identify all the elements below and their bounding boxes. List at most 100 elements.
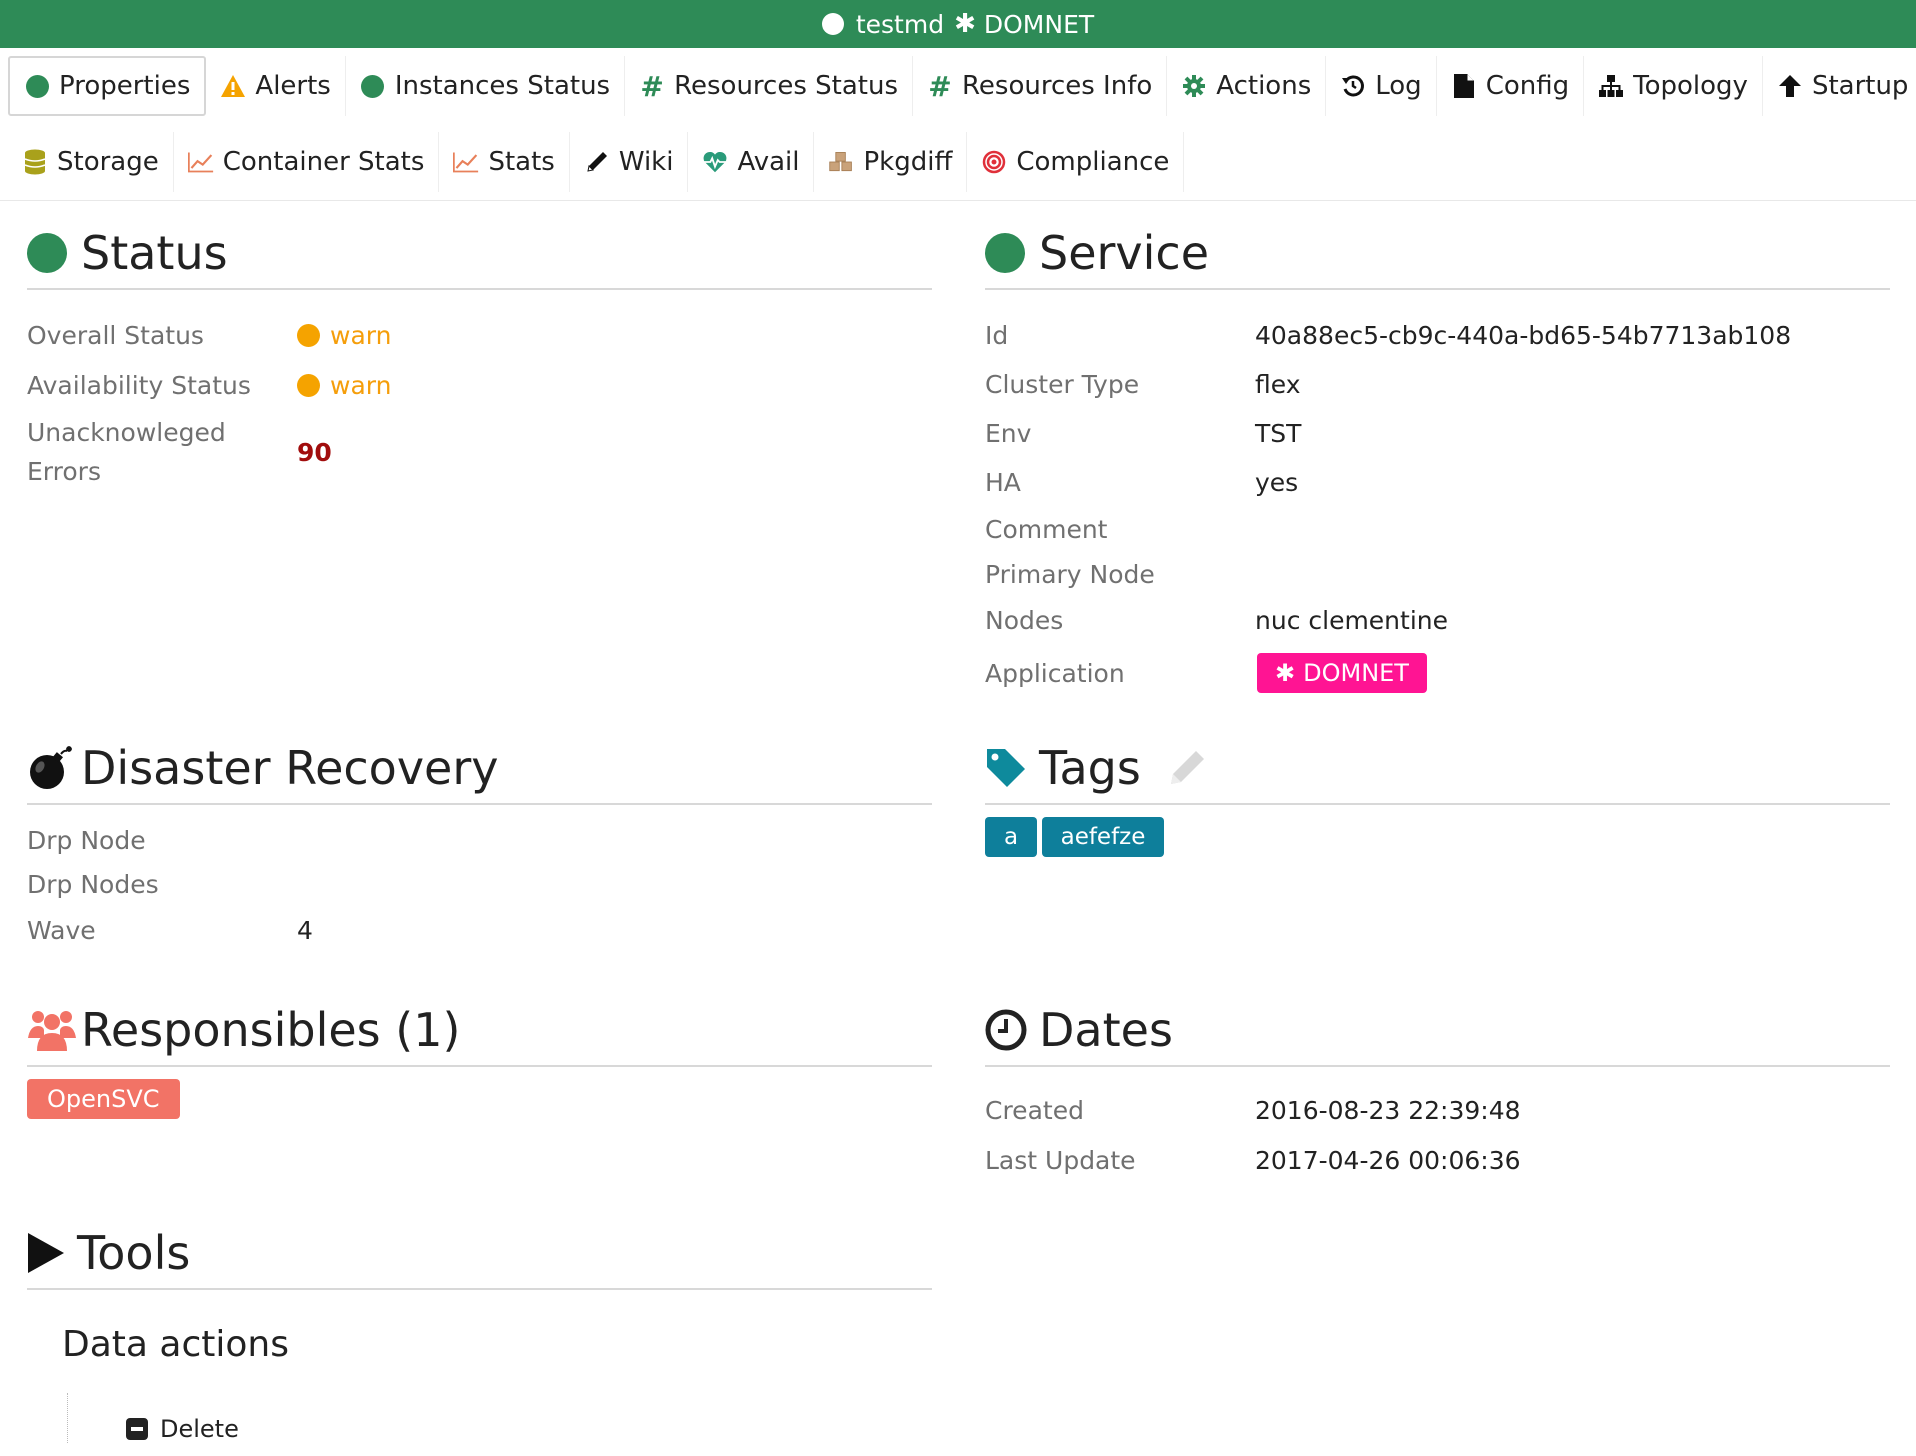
tab-label: Pkgdiff [863,147,953,177]
delete-action[interactable]: Delete [126,1415,239,1443]
label-line: Errors [27,457,101,486]
nodes-value[interactable]: nuc clementine [1255,606,1448,635]
tab-storage[interactable]: Storage [8,132,174,192]
field-label: Nodes [985,605,1064,635]
section-title: Status [81,226,228,280]
target-icon [981,149,1007,175]
tab-actions[interactable]: Actions [1167,56,1327,116]
section-title: Tools [77,1226,191,1280]
availability-status-value: warn [297,371,391,400]
field-label: Created [985,1095,1084,1125]
bomb-icon [27,745,81,791]
gear-icon [1181,73,1207,99]
arrow-up-icon [1777,73,1803,99]
drp-header: Disaster Recovery [27,733,932,805]
application-badge[interactable]: ✱ DOMNET [1257,653,1427,693]
app-name: DOMNET [983,9,1095,39]
created-value: 2016-08-23 22:39:48 [1255,1095,1521,1125]
field-label: Application [985,658,1125,688]
tag-icon [985,747,1039,789]
drp-node-row: Drp Node [27,817,932,863]
data-actions-title: Data actions [62,1324,289,1365]
action-label: Delete [160,1415,239,1443]
tab-label: Wiki [618,147,674,177]
updated-value: 2017-04-26 00:06:36 [1255,1145,1521,1175]
tab-resources-status[interactable]: # Resources Status [625,56,913,116]
field-label: HA [985,468,1021,497]
wave-value: 4 [297,915,313,945]
status-dot-icon [24,73,50,99]
tab-label: Avail [737,147,800,177]
tags-section: Tags a aefefze [985,733,1890,857]
status-header: Status [27,218,932,290]
tags-header: Tags [985,733,1890,805]
field-label: Cluster Type [985,370,1140,399]
comment-row: Comment [985,507,1890,551]
tools-header[interactable]: Tools [27,1218,932,1290]
tab-label: Properties [59,71,191,101]
overall-status-value: warn [297,321,391,350]
edit-pencil-icon[interactable] [1167,748,1207,788]
overall-status-row: Overall Status warn [27,310,932,360]
service-header: Service [985,218,1890,290]
tag-item[interactable]: aefefze [1042,817,1164,857]
tab-row-2: Storage Container Stats Stats Wiki Avail [8,132,1908,192]
service-name: testmd [855,9,945,39]
tab-container-stats[interactable]: Container Stats [174,132,440,192]
field-label: Wave [27,915,96,945]
errors-count[interactable]: 90 [297,438,332,467]
hash-icon: # [928,69,952,103]
caret-right-icon [27,1232,77,1274]
tab-resources-info[interactable]: # Resources Info [913,56,1168,116]
status-dot-icon [360,73,386,99]
tag-list: a aefefze [985,817,1890,857]
minus-square-icon [126,1418,148,1440]
warning-icon [220,73,246,99]
history-icon [1340,73,1366,99]
value-text: warn [330,370,392,400]
disaster-recovery-section: Disaster Recovery Drp Node Drp Nodes Wav… [27,733,932,955]
field-label: Primary Node [985,559,1155,589]
id-row: Id 40a88ec5-cb9c-440a-bd65-54b7713ab108 [985,310,1890,360]
label-line: Unacknowleged [27,418,226,447]
tab-topology[interactable]: Topology [1584,56,1763,116]
chart-icon [453,149,479,175]
section-title: Tags [1039,741,1141,795]
env-row: Env TST [985,409,1890,458]
cluster-type-value: flex [1255,370,1301,399]
section-title: Dates [1039,1003,1173,1057]
section-title: Service [1039,226,1210,280]
field-label: Unacknowleged Errors [27,413,297,491]
tab-avail[interactable]: Avail [688,132,815,192]
tab-label: Resources Info [962,71,1153,101]
tab-stats[interactable]: Stats [439,132,570,192]
updated-row: Last Update 2017-04-26 00:06:36 [985,1135,1890,1185]
warn-dot-icon [297,323,320,347]
tab-alerts[interactable]: Alerts [206,56,346,116]
service-section: Service Id 40a88ec5-cb9c-440a-bd65-54b77… [985,218,1890,703]
tab-pkgdiff[interactable]: Pkgdiff [814,132,968,192]
tab-compliance[interactable]: Compliance [967,132,1185,192]
tab-log[interactable]: Log [1326,56,1437,116]
clock-icon [985,1009,1039,1051]
responsible-badge[interactable]: OpenSVC [27,1079,180,1119]
heartbeat-icon [702,149,728,175]
created-row: Created 2016-08-23 22:39:48 [985,1085,1890,1135]
badge-label: DOMNET [1303,659,1409,687]
tag-item[interactable]: a [985,817,1037,857]
tab-properties[interactable]: Properties [8,56,207,116]
field-label: Availability Status [27,370,251,400]
tab-config[interactable]: Config [1437,56,1585,116]
database-icon [22,149,48,175]
cubes-icon [828,149,854,175]
ha-value: yes [1255,468,1299,497]
asterisk-icon: ✱ [954,9,976,39]
status-dot-icon [27,233,81,273]
tab-label: Instances Status [394,71,611,101]
tab-startup[interactable]: Startup [1763,56,1916,116]
tab-wiki[interactable]: Wiki [570,132,689,192]
tab-label: Resources Status [674,71,898,101]
sitemap-icon [1598,73,1624,99]
tab-instances-status[interactable]: Instances Status [346,56,626,116]
dates-header: Dates [985,995,1890,1067]
